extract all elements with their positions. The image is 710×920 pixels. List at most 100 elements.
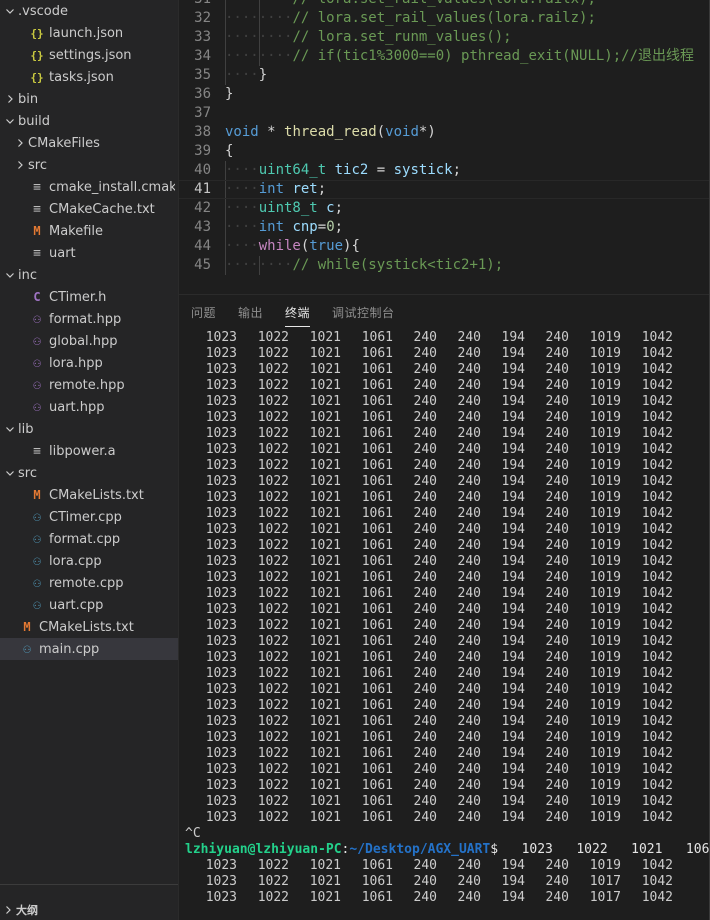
terminal-value: 1023 — [205, 522, 237, 537]
tree-file-launch.json[interactable]: {} launch.json — [0, 22, 179, 44]
panel-tab-3[interactable]: 调试控制台 — [332, 295, 395, 330]
terminal-value: 1023 — [205, 442, 237, 457]
tree-file-cmake_install.cmake[interactable]: ≡ cmake_install.cmake — [0, 176, 179, 198]
tree-file-uart.cpp[interactable]: ⚇ uart.cpp — [0, 594, 179, 616]
terminal-value: 1023 — [205, 602, 237, 617]
tree-folder-inc[interactable]: inc — [0, 264, 179, 286]
terminal-output[interactable]: 1023 1022 1021 1061 240 240 194 240 1019 1042 1023… — [179, 330, 710, 920]
terminal-value: 1061 — [361, 682, 393, 697]
tree-file-lora.cpp[interactable]: ⚇ lora.cpp — [0, 550, 179, 572]
terminal-value: 1023 — [205, 506, 237, 521]
tree-file-lora.hpp[interactable]: ⚇ lora.hpp — [0, 352, 179, 374]
tree-file-makefile[interactable]: M Makefile — [0, 220, 179, 242]
terminal-data-row: 1023 1022 1021 1061 240 240 194 240 1019 1042 — [185, 762, 710, 778]
code-text: ········// lora.set_runm_values(); — [225, 28, 710, 47]
tree-item-label: CMakeLists.txt — [39, 619, 134, 635]
terminal-value: 194 — [501, 554, 525, 569]
tree-folder-src[interactable]: src — [0, 462, 179, 484]
terminal-data-row: 1023 1022 1021 1061 240 240 194 240 1019 1042 — [185, 714, 710, 730]
code-token: systick — [393, 162, 453, 178]
terminal-value: 240 — [457, 666, 481, 681]
tree-folder-.vscode[interactable]: .vscode — [0, 0, 179, 22]
cpp-header-icon: ⚇ — [33, 399, 41, 415]
line-number: 43 — [194, 219, 211, 235]
tree-file-remote.cpp[interactable]: ⚇ remote.cpp — [0, 572, 179, 594]
terminal-value: 240 — [457, 682, 481, 697]
terminal-value: 1022 — [257, 378, 289, 393]
tree-file-global.hpp[interactable]: ⚇ global.hpp — [0, 330, 179, 352]
tree-file-cmakelists.txt[interactable]: M CMakeLists.txt — [0, 484, 179, 506]
tree-file-format.hpp[interactable]: ⚇ format.hpp — [0, 308, 179, 330]
panel-tab-2[interactable]: 终端 — [285, 295, 311, 330]
tree-file-cmakecache.txt[interactable]: ≡ CMakeCache.txt — [0, 198, 179, 220]
tree-folder-cmakefiles[interactable]: CMakeFiles — [0, 132, 179, 154]
tree-folder-lib[interactable]: lib — [0, 418, 179, 440]
terminal-value: 1042 — [641, 874, 673, 889]
tree-folder-bin[interactable]: bin — [0, 88, 179, 110]
terminal-value: 240 — [545, 778, 569, 793]
code-line-39: 39 { — [179, 142, 710, 161]
terminal-value: 240 — [545, 810, 569, 825]
line-number: 34 — [194, 48, 211, 64]
library-file-icon: ≡ — [33, 443, 41, 459]
tree-folder-src[interactable]: src — [0, 154, 179, 176]
terminal-value: 240 — [413, 650, 437, 665]
terminal-value: 240 — [413, 538, 437, 553]
code-text: ····while(true){ — [225, 237, 710, 256]
file-tree[interactable]: .vscode {} launch.json {} settings.json {} tas… — [0, 0, 179, 884]
tree-file-main.cpp[interactable]: ⚇ main.cpp — [0, 638, 179, 660]
terminal-value: 240 — [545, 570, 569, 585]
terminal-data-row: 1023 1022 1021 1061 240 240 194 240 1019 1042 — [185, 538, 710, 554]
terminal-data-row: 1023 1022 1021 1061 240 240 194 240 1019 1042 — [185, 442, 710, 458]
code-token: thread_read — [284, 124, 377, 140]
code-editor[interactable]: 31········// lora.set_rail_values(lora.r… — [179, 0, 710, 294]
terminal-value: 1021 — [309, 490, 341, 505]
code-token: // lora.set_rail_values(lora.railx); — [292, 0, 595, 7]
terminal-value: 1061 — [361, 650, 393, 665]
terminal-value: 1019 — [589, 394, 621, 409]
terminal-value: 240 — [413, 378, 437, 393]
panel-tab-1[interactable]: 输出 — [238, 295, 263, 330]
terminal-prompt-line[interactable]: lzhiyuan@lzhiyuan-PC:~/Desktop/AGX_UART$… — [185, 842, 710, 858]
terminal-value: 240 — [413, 746, 437, 761]
panel-tab-bar[interactable]: 问题 输出 终端 调试控制台 — [179, 295, 710, 330]
code-text: ········// while(systick<tic2+1); — [225, 256, 710, 275]
code-line-36: 36} — [179, 85, 710, 104]
tree-file-ctimer.cpp[interactable]: ⚇ CTimer.cpp — [0, 506, 179, 528]
prompt-path: ~/Desktop/AGX_UART — [349, 842, 491, 857]
tree-file-format.cpp[interactable]: ⚇ format.cpp — [0, 528, 179, 550]
terminal-value: 1021 — [309, 330, 341, 345]
chevron-down-icon — [2, 6, 18, 16]
terminal-value: 1023 — [205, 362, 237, 377]
terminal-value: 240 — [413, 394, 437, 409]
code-line-31: 31········// lora.set_rail_values(lora.r… — [179, 0, 710, 9]
tree-file-cmakelists.txt[interactable]: M CMakeLists.txt — [0, 616, 179, 638]
tree-file-uart[interactable]: ≡ uart — [0, 242, 179, 264]
terminal-value: 240 — [457, 410, 481, 425]
outline-header[interactable]: 大纲 — [0, 899, 179, 920]
terminal-value: 1042 — [641, 554, 673, 569]
terminal-data-row: 1023 1022 1021 1061 240 240 194 240 1019 1042 — [185, 778, 710, 794]
terminal-value: 1021 — [309, 794, 341, 809]
tree-file-libpower.a[interactable]: ≡ libpower.a — [0, 440, 179, 462]
terminal-value: 1042 — [641, 682, 673, 697]
tree-file-uart.hpp[interactable]: ⚇ uart.hpp — [0, 396, 179, 418]
tree-file-ctimer.h[interactable]: C CTimer.h — [0, 286, 179, 308]
terminal-value: 1021 — [309, 698, 341, 713]
tree-file-settings.json[interactable]: {} settings.json — [0, 44, 179, 66]
tree-file-remote.hpp[interactable]: ⚇ remote.hpp — [0, 374, 179, 396]
terminal-value: 194 — [501, 362, 525, 377]
tree-folder-build[interactable]: build — [0, 110, 179, 132]
tree-item-label: remote.hpp — [49, 377, 125, 393]
terminal-value: 240 — [545, 362, 569, 377]
code-token: tic2 — [334, 162, 369, 178]
code-token: ; — [317, 181, 327, 197]
panel-tab-0[interactable]: 问题 — [191, 295, 216, 330]
terminal-value: 194 — [501, 874, 525, 889]
terminal-value: 1021 — [309, 506, 341, 521]
terminal-value: 1021 — [309, 394, 341, 409]
terminal-value: 1061 — [361, 794, 393, 809]
tree-file-tasks.json[interactable]: {} tasks.json — [0, 66, 179, 88]
terminal-value: 1023 — [205, 762, 237, 777]
terminal-data-row: 1023 1022 1021 1061 240 240 194 240 1019 1042 — [185, 490, 710, 506]
